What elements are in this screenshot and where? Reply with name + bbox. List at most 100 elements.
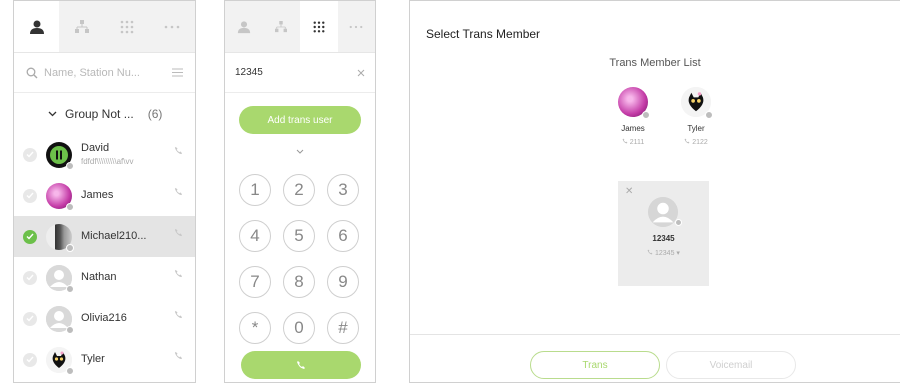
org-chart-icon bbox=[74, 19, 89, 33]
tab-more[interactable] bbox=[337, 1, 375, 52]
group-count: (6) bbox=[147, 106, 163, 121]
keypad-icon bbox=[120, 20, 134, 33]
key-4[interactable]: 4 bbox=[239, 220, 271, 252]
dialer-panel: 12345 Add trans user 1 2 3 4 5 6 7 8 9 *… bbox=[224, 0, 376, 383]
select-checkbox[interactable] bbox=[23, 188, 37, 203]
phone-icon[interactable] bbox=[174, 351, 183, 360]
clear-icon[interactable] bbox=[357, 69, 365, 77]
contact-name: David bbox=[81, 141, 110, 154]
search-input[interactable]: Name, Station Nu... bbox=[44, 67, 172, 79]
trans-member-panel: Select Trans Member Trans Member List Ja… bbox=[409, 0, 900, 383]
phone-icon[interactable] bbox=[174, 310, 183, 319]
tab-org[interactable] bbox=[59, 1, 105, 52]
contact-row[interactable]: Michael210... bbox=[14, 216, 195, 257]
avatar bbox=[46, 305, 74, 334]
group-label: Group Not ... bbox=[65, 106, 134, 121]
phone-icon bbox=[647, 249, 653, 255]
more-icon bbox=[165, 25, 180, 28]
voicemail-button[interactable]: Voicemail bbox=[666, 351, 796, 379]
contact-name: Nathan bbox=[81, 271, 117, 283]
phone-icon[interactable] bbox=[174, 187, 183, 196]
contacts-tab-bar bbox=[14, 1, 195, 53]
dial-input-value[interactable]: 12345 bbox=[235, 67, 357, 78]
tab-contacts[interactable] bbox=[225, 1, 263, 52]
page-title: Select Trans Member bbox=[426, 27, 541, 41]
phone-icon[interactable] bbox=[174, 269, 183, 278]
avatar bbox=[46, 141, 74, 170]
contact-search[interactable]: Name, Station Nu... bbox=[14, 53, 195, 93]
key-2[interactable]: 2 bbox=[283, 174, 315, 206]
chevron-down-icon bbox=[48, 111, 57, 116]
tab-contacts[interactable] bbox=[14, 1, 60, 52]
avatar bbox=[46, 264, 74, 293]
add-trans-user-button[interactable]: Add trans user bbox=[239, 106, 361, 134]
avatar bbox=[681, 87, 713, 119]
avatar bbox=[46, 182, 74, 211]
member-ext: 2122 bbox=[666, 138, 726, 146]
member-name: James bbox=[621, 124, 645, 133]
key-8[interactable]: 8 bbox=[283, 266, 315, 298]
contact-name: James bbox=[81, 189, 114, 201]
status-dot bbox=[66, 161, 74, 170]
member-name: Tyler bbox=[687, 124, 705, 133]
dial-pad: 1 2 3 4 5 6 7 8 9 * 0 # bbox=[225, 174, 375, 344]
trans-button[interactable]: Trans bbox=[530, 351, 660, 379]
call-button[interactable] bbox=[241, 351, 361, 379]
contact-name: Michael210... bbox=[81, 230, 147, 242]
member-list-title: Trans Member List bbox=[609, 57, 701, 69]
default-avatar-icon bbox=[648, 197, 678, 227]
avatar bbox=[46, 223, 74, 252]
status-dot bbox=[66, 243, 74, 252]
contact-row[interactable]: Olivia216 bbox=[14, 298, 195, 339]
select-checkbox[interactable] bbox=[23, 270, 37, 285]
select-checkbox[interactable] bbox=[23, 311, 37, 326]
contact-name: Olivia216 bbox=[81, 312, 127, 324]
key-5[interactable]: 5 bbox=[283, 220, 315, 252]
key-0[interactable]: 0 bbox=[283, 312, 315, 344]
tab-org[interactable] bbox=[262, 1, 300, 52]
person-icon bbox=[237, 20, 250, 33]
status-dot bbox=[66, 366, 74, 375]
phone-icon[interactable] bbox=[174, 228, 183, 237]
contact-row[interactable]: David fdfdf\\\\\\\\\af\vv bbox=[14, 134, 195, 175]
select-checkbox[interactable] bbox=[23, 352, 37, 367]
contact-row[interactable]: Tyler bbox=[14, 339, 195, 380]
contact-row[interactable]: Nathan bbox=[14, 257, 195, 298]
status-dot bbox=[66, 325, 74, 334]
phone-icon[interactable] bbox=[174, 146, 183, 155]
phone-icon bbox=[622, 138, 628, 144]
tab-more[interactable] bbox=[149, 1, 195, 52]
key-hash[interactable]: # bbox=[327, 312, 359, 344]
key-9[interactable]: 9 bbox=[327, 266, 359, 298]
member-item[interactable]: Tyler 2122 bbox=[666, 87, 726, 146]
key-3[interactable]: 3 bbox=[327, 174, 359, 206]
search-icon bbox=[26, 67, 38, 78]
keypad-icon bbox=[313, 21, 325, 32]
key-6[interactable]: 6 bbox=[327, 220, 359, 252]
remove-icon[interactable]: ✕ bbox=[625, 186, 633, 197]
key-7[interactable]: 7 bbox=[239, 266, 271, 298]
tab-keypad[interactable] bbox=[104, 1, 150, 52]
tab-keypad[interactable] bbox=[300, 1, 338, 52]
select-checkbox[interactable] bbox=[23, 147, 37, 162]
divider bbox=[410, 334, 900, 335]
avatar bbox=[618, 87, 650, 119]
collapse-toggle[interactable] bbox=[225, 134, 375, 168]
chevron-down-icon bbox=[296, 149, 304, 154]
selected-member-card[interactable]: ✕ 12345 12345 ▾ bbox=[618, 181, 709, 286]
key-star[interactable]: * bbox=[239, 312, 271, 344]
selected-member-ext[interactable]: 12345 ▾ bbox=[618, 249, 709, 257]
group-header[interactable]: Group Not ... (6) bbox=[14, 93, 195, 134]
status-dot bbox=[642, 111, 650, 119]
member-item[interactable]: James 2111 bbox=[603, 87, 663, 146]
caret-down-icon: ▾ bbox=[676, 250, 680, 257]
contact-row[interactable]: James bbox=[14, 175, 195, 216]
avatar bbox=[46, 346, 74, 375]
contacts-panel: Name, Station Nu... Group Not ... (6) Da… bbox=[13, 0, 196, 383]
key-1[interactable]: 1 bbox=[239, 174, 271, 206]
select-checkbox[interactable] bbox=[23, 229, 37, 244]
menu-icon[interactable] bbox=[172, 68, 183, 77]
dial-input[interactable]: 12345 bbox=[225, 53, 375, 93]
member-ext: 2111 bbox=[603, 138, 663, 146]
contact-name: Tyler bbox=[81, 353, 105, 365]
